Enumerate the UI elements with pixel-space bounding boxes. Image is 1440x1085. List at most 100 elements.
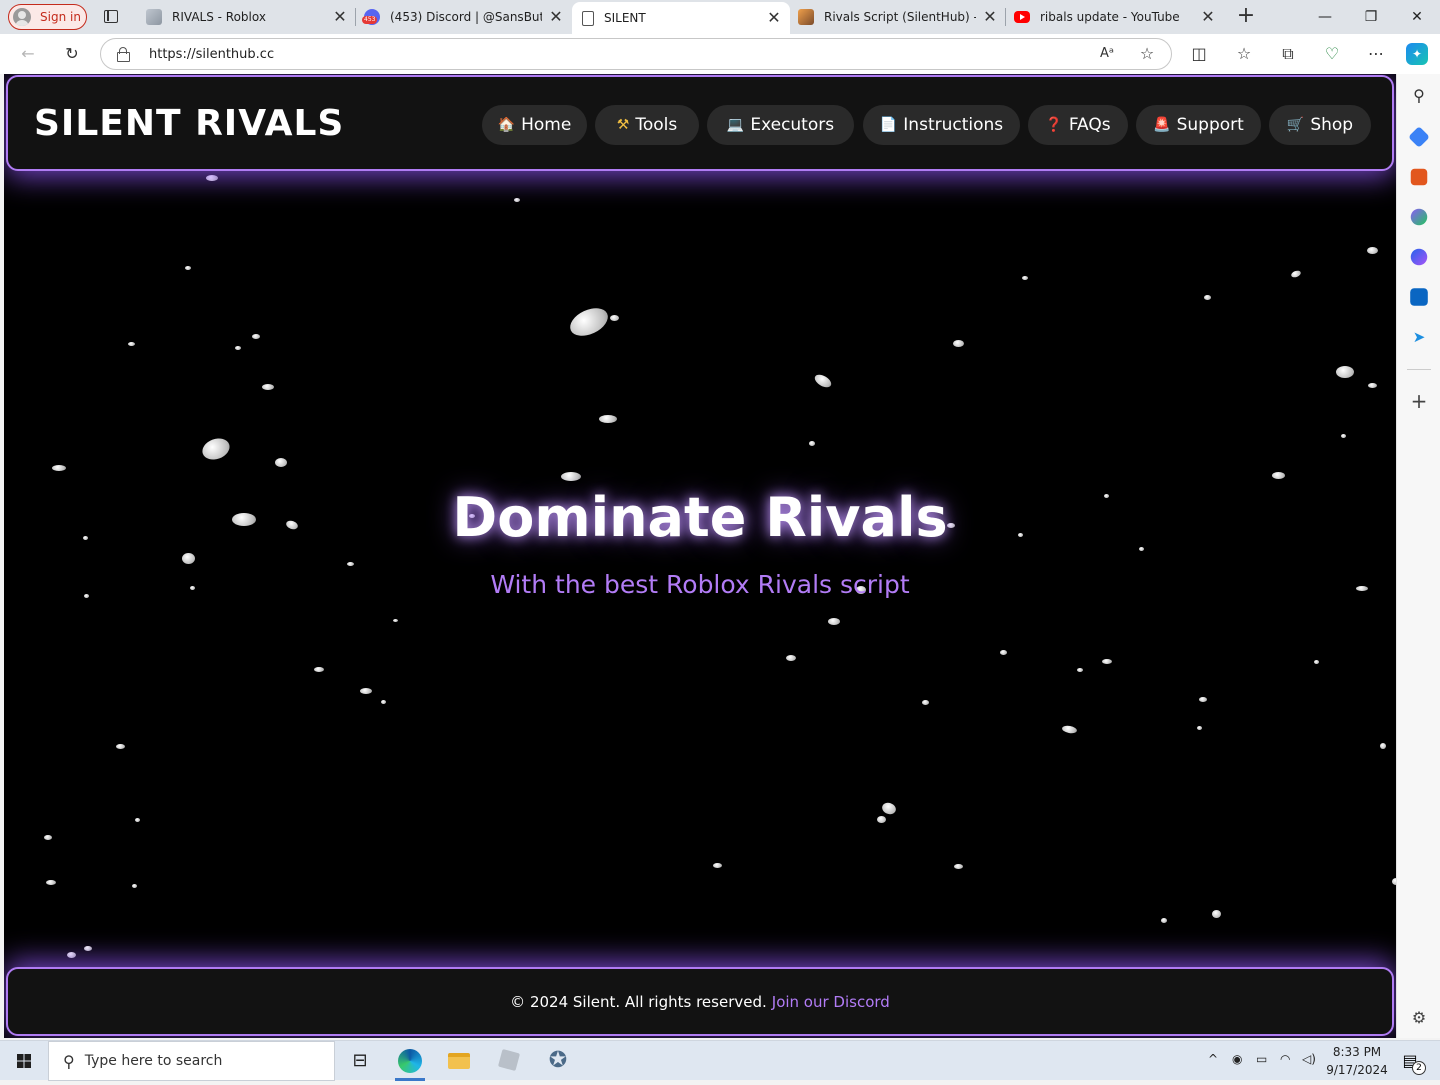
outlook-icon[interactable] bbox=[1410, 288, 1428, 306]
wifi-icon[interactable]: ◠ bbox=[1280, 1052, 1290, 1066]
snow-particle bbox=[252, 334, 260, 339]
volume-icon[interactable]: ◁) bbox=[1302, 1052, 1316, 1066]
battery-icon[interactable]: ▭ bbox=[1256, 1052, 1267, 1066]
snow-particle bbox=[786, 655, 796, 661]
snow-particle bbox=[1314, 660, 1319, 664]
home-icon: 🏠 bbox=[497, 117, 516, 133]
snow-particle bbox=[393, 619, 398, 622]
page-icon bbox=[582, 10, 594, 26]
snow-particle bbox=[84, 946, 92, 951]
siren-icon: 🚨 bbox=[1153, 117, 1171, 133]
close-tab-icon[interactable]: ✕ bbox=[332, 9, 348, 25]
nav-shop-button[interactable]: 🛒 Shop bbox=[1269, 105, 1371, 145]
favorites-app-icon[interactable]: ✪ bbox=[535, 1045, 581, 1077]
snow-particle bbox=[1341, 434, 1346, 438]
snow-particle bbox=[199, 434, 233, 464]
site-brand-logo[interactable]: SILENT RIVALS bbox=[34, 103, 344, 144]
sidebar-settings-gear-icon[interactable]: ⚙ bbox=[1408, 1007, 1430, 1029]
nav-executors-button[interactable]: 💻 Executors bbox=[707, 105, 854, 145]
browser-essentials-icon[interactable]: ♡ bbox=[1321, 43, 1343, 65]
snow-particle bbox=[1061, 724, 1078, 735]
notification-center-icon[interactable]: ▤ 2 bbox=[1398, 1049, 1426, 1075]
snow-particle bbox=[132, 884, 137, 888]
collections-icon[interactable]: ⧉ bbox=[1277, 43, 1299, 65]
nav-faqs-button[interactable]: ❓ FAQs bbox=[1028, 105, 1128, 145]
microsoft-365-icon[interactable] bbox=[1410, 248, 1428, 266]
url-text[interactable]: https://silenthub.cc bbox=[149, 47, 274, 62]
roblox-taskbar-icon[interactable] bbox=[486, 1045, 532, 1077]
lock-icon[interactable] bbox=[117, 47, 130, 62]
clock-time: 8:33 PM bbox=[1332, 1045, 1382, 1059]
nav-label: Instructions bbox=[903, 115, 1004, 135]
settings-more-icon[interactable]: ⋯ bbox=[1365, 43, 1387, 65]
discord-icon: 453 bbox=[362, 9, 380, 25]
favorites-icon[interactable]: ☆ bbox=[1233, 43, 1255, 65]
new-tab-button[interactable]: + bbox=[1235, 5, 1257, 28]
favorite-star-icon[interactable]: ☆ bbox=[1136, 43, 1158, 65]
snow-particle bbox=[44, 835, 52, 840]
address-bar[interactable]: https://silenthub.cc bbox=[100, 38, 1172, 70]
sign-in-button[interactable]: Sign in bbox=[8, 4, 87, 30]
games-icon[interactable] bbox=[1410, 208, 1428, 226]
nav-tools-button[interactable]: ⚒ Tools bbox=[595, 105, 699, 145]
web-page: SILENT RIVALS 🏠 Home ⚒ Tools 💻 Executors… bbox=[4, 74, 1396, 1038]
nav-home-button[interactable]: 🏠 Home bbox=[482, 105, 587, 145]
tab-silent[interactable]: SILENT ✕ bbox=[572, 2, 790, 34]
snow-particle bbox=[135, 818, 140, 822]
clock-date: 9/17/2024 bbox=[1326, 1063, 1388, 1077]
tab-discord[interactable]: 453 (453) Discord | @SansButItRe ✕ bbox=[356, 0, 572, 34]
profile-avatar-icon bbox=[13, 8, 31, 26]
close-window-button[interactable]: ✕ bbox=[1394, 0, 1440, 34]
taskbar-search-box[interactable]: ⚲ Type here to search bbox=[48, 1041, 335, 1081]
snow-particle bbox=[1161, 918, 1167, 923]
discord-link[interactable]: Join our Discord bbox=[772, 993, 890, 1011]
start-button[interactable] bbox=[0, 1041, 48, 1081]
cart-icon: 🛒 bbox=[1286, 117, 1305, 133]
tab-actions-menu-button[interactable] bbox=[100, 7, 122, 27]
refresh-icon[interactable]: ↻ bbox=[61, 43, 83, 65]
edge-sidebar: ⚲ ➤ + ⚙ bbox=[1396, 74, 1440, 1038]
tools-briefcase-icon[interactable] bbox=[1410, 168, 1428, 186]
nav-label: Support bbox=[1176, 115, 1244, 135]
close-tab-icon[interactable]: ✕ bbox=[982, 9, 998, 25]
snow-particle bbox=[182, 553, 195, 564]
tab-rivals-script[interactable]: Rivals Script (SilentHub) - Top ✕ bbox=[790, 0, 1006, 34]
close-tab-icon[interactable]: ✕ bbox=[548, 9, 564, 25]
taskbar-clock[interactable]: 8:33 PM 9/17/2024 bbox=[1322, 1043, 1392, 1079]
hero-title: Dominate Rivals bbox=[452, 486, 948, 549]
send-icon[interactable]: ➤ bbox=[1408, 326, 1430, 348]
task-view-icon[interactable]: ⊟ bbox=[337, 1045, 383, 1077]
nav-instructions-button[interactable]: 📄 Instructions bbox=[863, 105, 1020, 145]
meet-now-icon[interactable]: ◉ bbox=[1232, 1052, 1242, 1066]
nav-support-button[interactable]: 🚨 Support bbox=[1136, 105, 1261, 145]
snow-particle bbox=[262, 384, 274, 390]
snow-particle bbox=[922, 700, 929, 705]
copilot-icon[interactable]: ✦ bbox=[1406, 43, 1428, 65]
minimize-button[interactable]: — bbox=[1302, 0, 1348, 34]
edge-taskbar-icon[interactable] bbox=[387, 1045, 433, 1081]
chevron-up-icon[interactable]: ^ bbox=[1208, 1052, 1218, 1066]
snow-particle bbox=[1077, 668, 1083, 672]
tab-youtube[interactable]: ribals update - YouTube ✕ bbox=[1006, 0, 1224, 34]
tab-rivals-roblox[interactable]: RIVALS - Roblox ✕ bbox=[138, 0, 356, 34]
nav-label: Home bbox=[521, 115, 572, 135]
browser-toolbar: ← ↻ https://silenthub.cc Aᵃ ☆ ◫ ☆ ⧉ ♡ ⋯ … bbox=[0, 34, 1440, 74]
add-icon[interactable]: + bbox=[1408, 390, 1430, 412]
shopping-tag-icon[interactable] bbox=[1408, 126, 1430, 148]
close-tab-icon[interactable]: ✕ bbox=[1200, 9, 1216, 25]
sign-in-label: Sign in bbox=[40, 10, 81, 24]
search-placeholder: Type here to search bbox=[84, 1053, 223, 1069]
file-explorer-icon[interactable] bbox=[436, 1045, 482, 1077]
tools-icon: ⚒ bbox=[616, 117, 630, 133]
close-tab-icon[interactable]: ✕ bbox=[766, 10, 782, 26]
tab-title: (453) Discord | @SansButItRe bbox=[390, 10, 542, 24]
split-screen-icon[interactable]: ◫ bbox=[1188, 43, 1210, 65]
tab-strip: Sign in RIVALS - Roblox ✕ 453 (453) Disc… bbox=[0, 0, 1440, 34]
back-icon[interactable]: ← bbox=[17, 43, 39, 65]
read-aloud-icon[interactable]: Aᵃ bbox=[1096, 43, 1118, 65]
search-icon[interactable]: ⚲ bbox=[1408, 85, 1430, 107]
footer-copyright: © 2024 Silent. All rights reserved. bbox=[510, 992, 767, 1011]
restore-button[interactable]: ❐ bbox=[1348, 0, 1394, 34]
sidebar-divider bbox=[1407, 369, 1431, 370]
snow-particle bbox=[1102, 659, 1112, 664]
